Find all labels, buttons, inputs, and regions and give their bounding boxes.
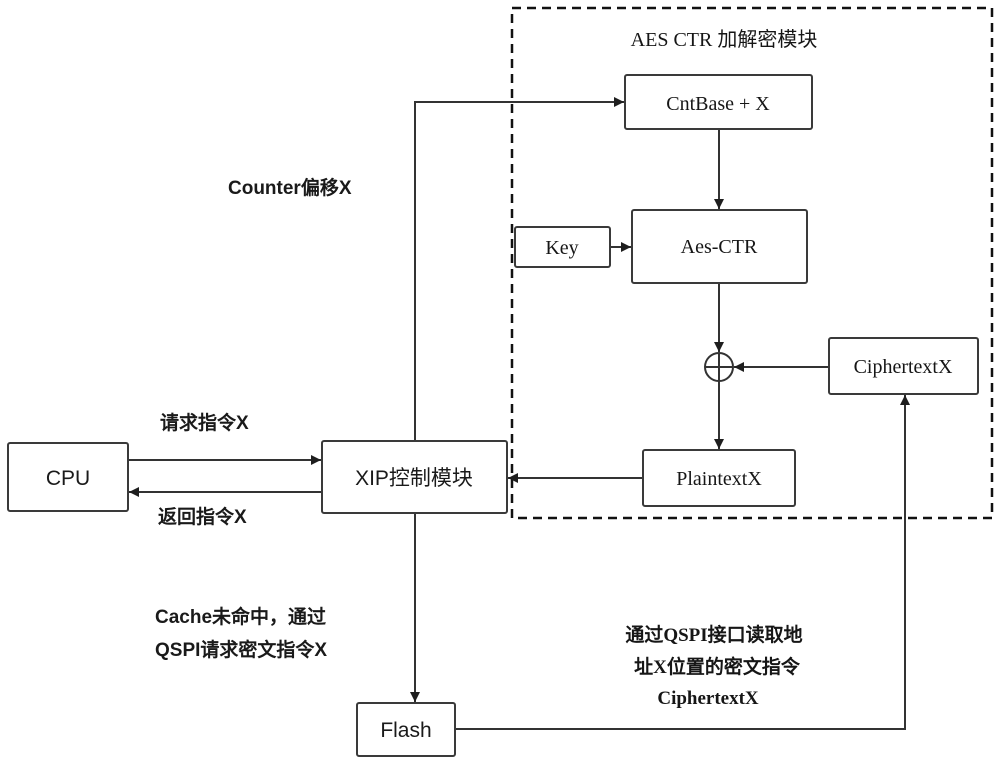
qspi-read-label-line-1: 通过QSPI接口读取地 — [625, 623, 802, 646]
key-label: Key — [545, 237, 578, 259]
xip-control-label: XIP控制模块 — [355, 467, 473, 490]
flash-label: Flash — [380, 719, 431, 742]
cntbase-label: CntBase + X — [666, 93, 770, 115]
return-instruction-label: 返回指令X — [158, 505, 247, 528]
cntbase-node: CntBase + X — [624, 74, 813, 130]
aes-ctr-label: Aes-CTR — [681, 236, 758, 258]
key-node: Key — [514, 226, 611, 268]
xip-aes-ctr-diagram: AES CTR 加解密模块 CPU XIP控制模块 Flash CntBase … — [7, 6, 994, 757]
plaintext-label: PlaintextX — [676, 468, 762, 490]
ciphertext-label: CiphertextX — [854, 356, 953, 378]
xip-control-node: XIP控制模块 — [321, 440, 508, 514]
cpu-label: CPU — [46, 467, 90, 490]
aes-ctr-node: Aes-CTR — [631, 209, 808, 284]
ciphertext-node: CiphertextX — [828, 337, 979, 395]
qspi-read-label: 通过QSPI接口读取地 址X位置的密文指令 CiphertextX — [625, 623, 802, 709]
request-instruction-label: 请求指令X — [160, 411, 249, 434]
plaintext-node: PlaintextX — [642, 449, 796, 507]
flash-node: Flash — [356, 702, 456, 757]
counter-offset-arrow — [414, 97, 624, 441]
flash-to-ciphertext-arrow — [455, 395, 910, 730]
qspi-read-label-line-2: 址X位置的密文指令 — [634, 655, 801, 678]
cpu-node: CPU — [7, 442, 129, 512]
cache-miss-label: Cache未命中，通过 QSPI请求密文指令X — [155, 605, 327, 661]
cache-miss-label-line-2: QSPI请求密文指令X — [155, 638, 327, 661]
qspi-read-label-line-3: CiphertextX — [657, 688, 759, 709]
counter-offset-label: Counter偏移X — [228, 176, 352, 199]
cache-miss-label-line-1: Cache未命中，通过 — [155, 605, 326, 628]
xor-operator-icon — [704, 352, 734, 382]
aes-ctr-module-title: AES CTR 加解密模块 — [631, 28, 818, 51]
